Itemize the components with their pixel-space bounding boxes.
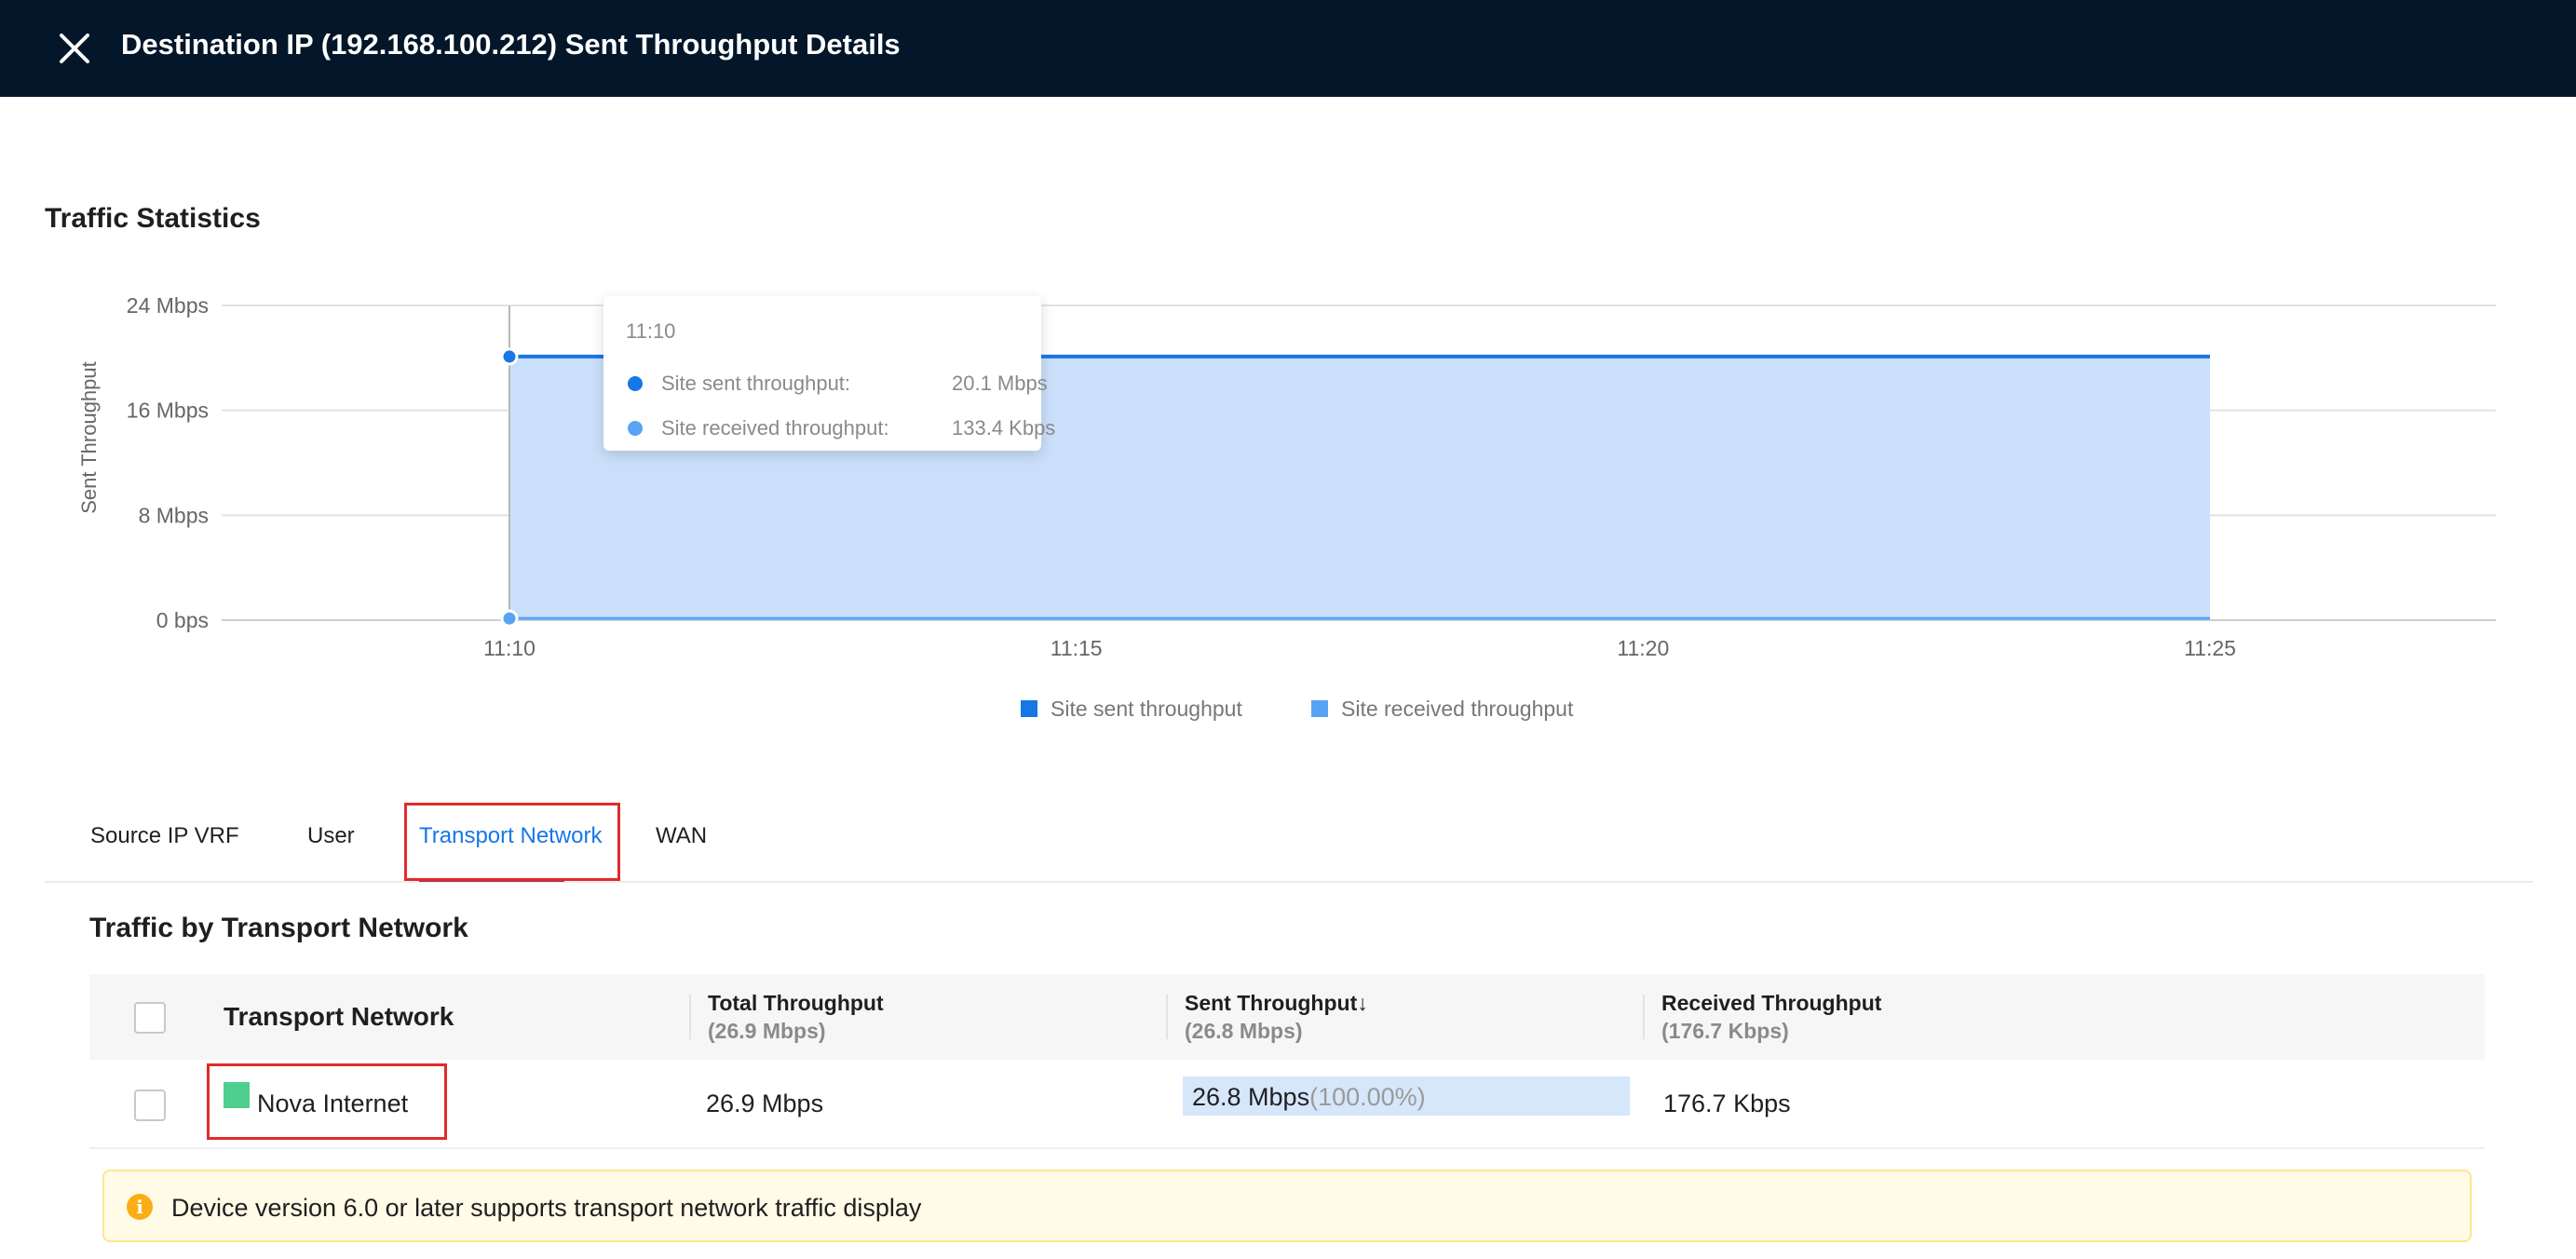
tab-highlight-box xyxy=(404,803,620,881)
column-header-summary: (26.8 Mbps) xyxy=(1185,1019,1303,1043)
legend-label-sent: Site sent throughput xyxy=(1051,697,1242,721)
column-header-total-throughput[interactable]: Total Throughput (26.9 Mbps) xyxy=(708,989,884,1045)
tooltip-label: Site received throughput: xyxy=(661,416,889,440)
notice-text: Device version 6.0 or later supports tra… xyxy=(171,1194,922,1222)
row-highlight-box xyxy=(207,1063,447,1140)
column-header-transport-network[interactable]: Transport Network xyxy=(224,1002,454,1032)
section-title: Traffic Statistics xyxy=(45,203,261,234)
column-header-label: Sent Throughput↓ xyxy=(1185,991,1368,1015)
x-tick-label: 11:10 xyxy=(483,636,536,660)
sent-percentage: (100.00%) xyxy=(1309,1083,1426,1111)
y-tick-label: 16 Mbps xyxy=(127,399,209,423)
select-all-checkbox[interactable] xyxy=(134,1002,166,1034)
info-notice: i Device version 6.0 or later supports t… xyxy=(102,1170,2472,1242)
legend-label-received: Site received throughput xyxy=(1341,697,1574,721)
column-divider xyxy=(1643,995,1645,1039)
total-throughput-value: 26.9 Mbps xyxy=(706,1090,824,1117)
column-header-sent-throughput[interactable]: Sent Throughput↓ (26.8 Mbps) xyxy=(1185,989,1368,1045)
tooltip-time: 11:10 xyxy=(626,319,676,343)
column-divider xyxy=(689,995,691,1039)
legend-swatch-sent xyxy=(1021,700,1037,717)
sent-throughput-value: 26.8 Mbps(100.00%) xyxy=(1192,1083,1426,1112)
tooltip-value: 133.4 Kbps xyxy=(952,416,1056,440)
y-tick-label: 8 Mbps xyxy=(139,503,209,527)
y-tick-label: 24 Mbps xyxy=(127,293,209,318)
x-tick-label: 11:20 xyxy=(1617,636,1669,660)
sent-data-point xyxy=(500,347,519,366)
table-title: Traffic by Transport Network xyxy=(89,913,468,943)
traffic-chart: 0 bps 8 Mbps 16 Mbps 24 Mbps Sent Throughput… xyxy=(77,293,2496,721)
row-checkbox[interactable] xyxy=(134,1090,166,1121)
close-icon xyxy=(60,34,89,63)
chart-tooltip: 11:10 Site sent throughput: 20.1 Mbps Si… xyxy=(603,296,1055,451)
header-bar: Destination IP (192.168.100.212) Sent Th… xyxy=(0,0,2576,97)
column-divider xyxy=(1166,995,1168,1039)
column-header-label: Received Throughput xyxy=(1661,991,1882,1015)
close-button[interactable] xyxy=(50,24,99,73)
received-data-point xyxy=(500,609,519,628)
tooltip-row-received: Site received throughput: 133.4 Kbps xyxy=(626,406,1055,451)
legend-swatch-received xyxy=(1311,700,1328,717)
column-header-label: Total Throughput xyxy=(708,991,884,1015)
y-axis-title: Sent Throughput xyxy=(77,361,101,514)
tooltip-row-sent: Site sent throughput: 20.1 Mbps xyxy=(626,361,1048,406)
sent-dot-icon xyxy=(628,376,643,391)
sent-throughput-bar: 26.8 Mbps(100.00%) xyxy=(1183,1076,1630,1116)
transport-network-table: Transport Network Total Throughput (26.9… xyxy=(89,974,2485,1149)
y-tick-label: 0 bps xyxy=(156,608,209,632)
tab-wan[interactable]: WAN xyxy=(656,823,707,849)
column-header-summary: (176.7 Kbps) xyxy=(1661,1019,1789,1043)
table-row[interactable]: Nova Internet 26.9 Mbps 26.8 Mbps(100.00… xyxy=(89,1060,2485,1149)
column-header-summary: (26.9 Mbps) xyxy=(708,1019,826,1043)
table-header: Transport Network Total Throughput (26.9… xyxy=(89,974,2485,1060)
x-tick-label: 11:15 xyxy=(1051,636,1103,660)
info-icon: i xyxy=(127,1194,153,1220)
tooltip-value: 20.1 Mbps xyxy=(952,372,1048,395)
column-header-received-throughput[interactable]: Received Throughput (176.7 Kbps) xyxy=(1661,989,1881,1045)
tooltip-label: Site sent throughput: xyxy=(661,372,851,395)
x-tick-label: 11:25 xyxy=(2184,636,2236,660)
page-title: Destination IP (192.168.100.212) Sent Th… xyxy=(121,28,901,61)
tab-source-ip-vrf[interactable]: Source IP VRF xyxy=(90,823,239,849)
received-dot-icon xyxy=(628,421,643,436)
received-throughput-value: 176.7 Kbps xyxy=(1663,1090,1791,1117)
tab-user[interactable]: User xyxy=(307,823,355,849)
sent-value: 26.8 Mbps xyxy=(1192,1083,1310,1111)
